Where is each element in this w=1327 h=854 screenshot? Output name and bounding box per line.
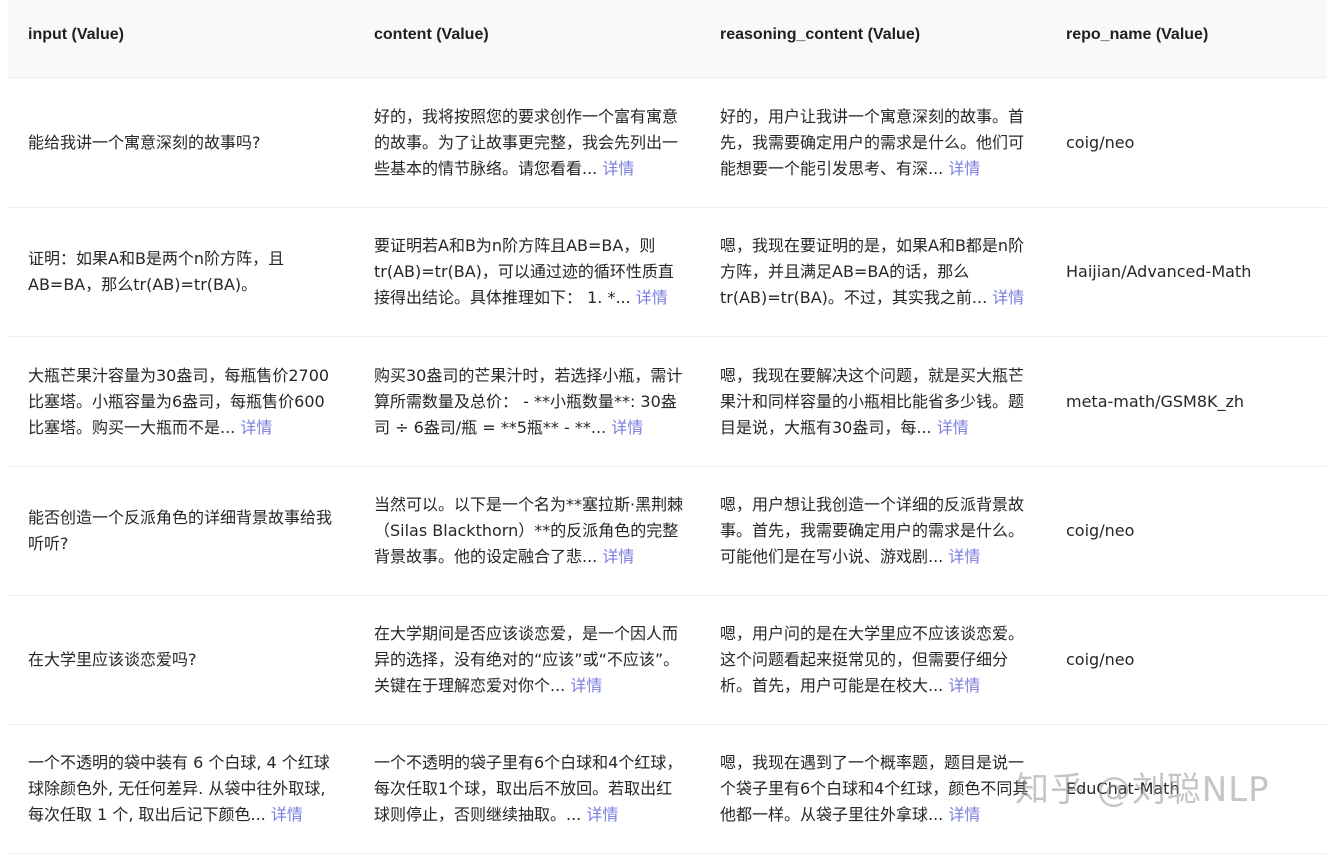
cell-reasoning-content-text: 嗯，我现在要证明的是，如果A和B都是n阶方阵，并且满足AB=BA的话，那么tr(… (720, 233, 1032, 311)
cell-repo-name-text: coig/neo (1066, 130, 1134, 156)
table-row[interactable]: 在大学里应该谈恋爱吗? 在大学期间是否应该谈恋爱，是一个因人而异的选择，没有绝对的… (8, 595, 1327, 725)
cell-repo-name-text: meta-math/GSM8K_zh (1066, 389, 1244, 415)
cell-repo-name-text: EduChat-Math (1066, 776, 1180, 802)
cell-input-value: 在大学里应该谈恋爱吗? (28, 649, 197, 669)
cell-reasoning-content-text: 嗯，用户问的是在大学里应不应该谈恋爱。这个问题看起来挺常见的，但需要仔细分析。首… (720, 621, 1032, 699)
cell-input-text: 大瓶芒果汁容量为30盎司，每瓶售价2700比塞塔。小瓶容量为6盎司，每瓶售价60… (28, 363, 340, 441)
cell-input: 能给我讲一个寓意深刻的故事吗? (28, 78, 340, 207)
cell-content-value: 在大学期间是否应该谈恋爱，是一个因人而异的选择，没有绝对的“应该”或“不应该”。… (374, 623, 680, 695)
details-link[interactable]: 详情 (948, 547, 980, 566)
cell-repo-name-value: coig/neo (1066, 520, 1135, 540)
table-row[interactable]: 一个不透明的袋中装有 6 个白球, 4 个红球球除颜色外, 无任何差异. 从袋中… (8, 724, 1327, 854)
cell-repo-name: Haijian/Advanced-Math (1066, 207, 1327, 336)
column-header-reasoning-content[interactable]: reasoning_content (Value) (720, 0, 920, 77)
cell-reasoning-content: 嗯，我现在要证明的是，如果A和B都是n阶方阵，并且满足AB=BA的话，那么tr(… (720, 207, 1032, 336)
cell-repo-name: coig/neo (1066, 78, 1327, 207)
cell-reasoning-content-text: 嗯，我现在要解决这个问题，就是买大瓶芒果汁和同样容量的小瓶相比能省多少钱。题目是… (720, 363, 1032, 441)
table-header: input (Value) content (Value) reasoning_… (8, 0, 1327, 78)
details-link[interactable]: 详情 (948, 676, 980, 695)
cell-input: 在大学里应该谈恋爱吗? (28, 595, 340, 724)
cell-content: 要证明若A和B为n阶方阵且AB=BA，则tr(AB)=tr(BA)，可以通过迹的… (374, 207, 686, 336)
cell-repo-name-text: Haijian/Advanced-Math (1066, 259, 1251, 285)
cell-input-value: 证明：如果A和B是两个n阶方阵，且AB=BA，那么tr(AB)=tr(BA)。 (28, 248, 285, 294)
cell-content: 购买30盎司的芒果汁时，若选择小瓶，需计算所需数量及总价： - **小瓶数量**… (374, 337, 686, 466)
cell-content-text: 一个不透明的袋子里有6个白球和4个红球，每次任取1个球，取出后不放回。若取出红球… (374, 750, 686, 828)
cell-repo-name: EduChat-Math (1066, 724, 1327, 853)
cell-repo-name: coig/neo (1066, 595, 1327, 724)
details-link[interactable]: 详情 (937, 418, 969, 437)
cell-content: 好的，我将按照您的要求创作一个富有寓意的故事。为了让故事更完整，我会先列出一些基… (374, 78, 686, 207)
cell-repo-name-value: EduChat-Math (1066, 778, 1180, 798)
cell-input-value: 能给我讲一个寓意深刻的故事吗? (28, 132, 261, 152)
column-header-input[interactable]: input (Value) (28, 0, 124, 77)
details-link[interactable]: 详情 (586, 805, 618, 824)
cell-reasoning-content-value: 嗯，我现在要解决这个问题，就是买大瓶芒果汁和同样容量的小瓶相比能省多少钱。题目是… (720, 365, 1025, 437)
cell-reasoning-content: 嗯，用户想让我创造一个详细的反派背景故事。首先，我需要确定用户的需求是什么。可能… (720, 466, 1032, 595)
cell-repo-name-value: meta-math/GSM8K_zh (1066, 391, 1245, 411)
table-row[interactable]: 证明：如果A和B是两个n阶方阵，且AB=BA，那么tr(AB)=tr(BA)。 要… (8, 207, 1327, 337)
cell-reasoning-content-value: 嗯，我现在要证明的是，如果A和B都是n阶方阵，并且满足AB=BA的话，那么tr(… (720, 235, 1025, 307)
cell-reasoning-content: 好的，用户让我讲一个寓意深刻的故事。首先，我需要确定用户的需求是什么。他们可能想… (720, 78, 1032, 207)
table-row[interactable]: 大瓶芒果汁容量为30盎司，每瓶售价2700比塞塔。小瓶容量为6盎司，每瓶售价60… (8, 337, 1327, 467)
details-link[interactable]: 详情 (992, 288, 1024, 307)
cell-repo-name-text: coig/neo (1066, 518, 1134, 544)
details-link[interactable]: 详情 (948, 159, 980, 178)
cell-input-text: 在大学里应该谈恋爱吗? (28, 647, 197, 673)
cell-content-text: 在大学期间是否应该谈恋爱，是一个因人而异的选择，没有绝对的“应该”或“不应该”。… (374, 621, 686, 699)
table-row[interactable]: 能否创造一个反派角色的详细背景故事给我听听? 当然可以。以下是一个名为**塞拉斯·… (8, 466, 1327, 596)
details-link[interactable]: 详情 (602, 547, 634, 566)
cell-repo-name-value: coig/neo (1066, 649, 1135, 669)
cell-content: 在大学期间是否应该谈恋爱，是一个因人而异的选择，没有绝对的“应该”或“不应该”。… (374, 595, 686, 724)
data-table: input (Value) content (Value) reasoning_… (8, 0, 1327, 854)
cell-reasoning-content: 嗯，用户问的是在大学里应不应该谈恋爱。这个问题看起来挺常见的，但需要仔细分析。首… (720, 595, 1032, 724)
cell-input-text: 证明：如果A和B是两个n阶方阵，且AB=BA，那么tr(AB)=tr(BA)。 (28, 246, 340, 298)
cell-content-text: 要证明若A和B为n阶方阵且AB=BA，则tr(AB)=tr(BA)，可以通过迹的… (374, 233, 686, 311)
details-link[interactable]: 详情 (636, 288, 668, 307)
cell-repo-name-text: coig/neo (1066, 647, 1134, 673)
column-header-content[interactable]: content (Value) (374, 0, 489, 77)
details-link[interactable]: 详情 (602, 159, 634, 178)
cell-input-value: 大瓶芒果汁容量为30盎司，每瓶售价2700比塞塔。小瓶容量为6盎司，每瓶售价60… (28, 365, 330, 437)
details-link[interactable]: 详情 (611, 418, 643, 437)
cell-input: 大瓶芒果汁容量为30盎司，每瓶售价2700比塞塔。小瓶容量为6盎司，每瓶售价60… (28, 337, 340, 466)
cell-content-value: 当然可以。以下是一个名为**塞拉斯·黑荆棘（Silas Blackthorn）*… (374, 494, 684, 566)
cell-input: 一个不透明的袋中装有 6 个白球, 4 个红球球除颜色外, 无任何差异. 从袋中… (28, 724, 340, 853)
cell-reasoning-content-text: 嗯，我现在遇到了一个概率题，题目是说一个袋子里有6个白球和4个红球，颜色不同其他… (720, 750, 1032, 828)
cell-reasoning-content: 嗯，我现在遇到了一个概率题，题目是说一个袋子里有6个白球和4个红球，颜色不同其他… (720, 724, 1032, 853)
details-link[interactable]: 详情 (948, 805, 980, 824)
cell-content-value: 一个不透明的袋子里有6个白球和4个红球，每次任取1个球，取出后不放回。若取出红球… (374, 752, 683, 824)
table-row[interactable]: 能给我讲一个寓意深刻的故事吗? 好的，我将按照您的要求创作一个富有寓意的故事。为了… (8, 78, 1327, 208)
column-header-repo-name[interactable]: repo_name (Value) (1066, 0, 1208, 77)
cell-content: 一个不透明的袋子里有6个白球和4个红球，每次任取1个球，取出后不放回。若取出红球… (374, 724, 686, 853)
cell-input-value: 能否创造一个反派角色的详细背景故事给我听听? (28, 507, 333, 553)
cell-content: 当然可以。以下是一个名为**塞拉斯·黑荆棘（Silas Blackthorn）*… (374, 466, 686, 595)
cell-repo-name: coig/neo (1066, 466, 1327, 595)
details-link[interactable]: 详情 (240, 418, 272, 437)
cell-content-text: 当然可以。以下是一个名为**塞拉斯·黑荆棘（Silas Blackthorn）*… (374, 492, 686, 570)
details-link[interactable]: 详情 (271, 805, 303, 824)
cell-content-text: 好的，我将按照您的要求创作一个富有寓意的故事。为了让故事更完整，我会先列出一些基… (374, 104, 686, 182)
cell-reasoning-content-value: 嗯，我现在遇到了一个概率题，题目是说一个袋子里有6个白球和4个红球，颜色不同其他… (720, 752, 1029, 824)
cell-input-text: 能否创造一个反派角色的详细背景故事给我听听? (28, 505, 340, 557)
cell-repo-name: meta-math/GSM8K_zh (1066, 337, 1327, 466)
cell-reasoning-content: 嗯，我现在要解决这个问题，就是买大瓶芒果汁和同样容量的小瓶相比能省多少钱。题目是… (720, 337, 1032, 466)
cell-repo-name-value: coig/neo (1066, 132, 1135, 152)
cell-input: 能否创造一个反派角色的详细背景故事给我听听? (28, 466, 340, 595)
cell-content-text: 购买30盎司的芒果汁时，若选择小瓶，需计算所需数量及总价： - **小瓶数量**… (374, 363, 686, 441)
cell-input: 证明：如果A和B是两个n阶方阵，且AB=BA，那么tr(AB)=tr(BA)。 (28, 207, 340, 336)
details-link[interactable]: 详情 (570, 676, 602, 695)
cell-input-text: 一个不透明的袋中装有 6 个白球, 4 个红球球除颜色外, 无任何差异. 从袋中… (28, 750, 340, 828)
cell-content-value: 要证明若A和B为n阶方阵且AB=BA，则tr(AB)=tr(BA)，可以通过迹的… (374, 235, 674, 307)
cell-input-text: 能给我讲一个寓意深刻的故事吗? (28, 130, 261, 156)
cell-repo-name-value: Haijian/Advanced-Math (1066, 261, 1252, 281)
cell-reasoning-content-text: 好的，用户让我讲一个寓意深刻的故事。首先，我需要确定用户的需求是什么。他们可能想… (720, 104, 1032, 182)
cell-reasoning-content-text: 嗯，用户想让我创造一个详细的反派背景故事。首先，我需要确定用户的需求是什么。可能… (720, 492, 1032, 570)
